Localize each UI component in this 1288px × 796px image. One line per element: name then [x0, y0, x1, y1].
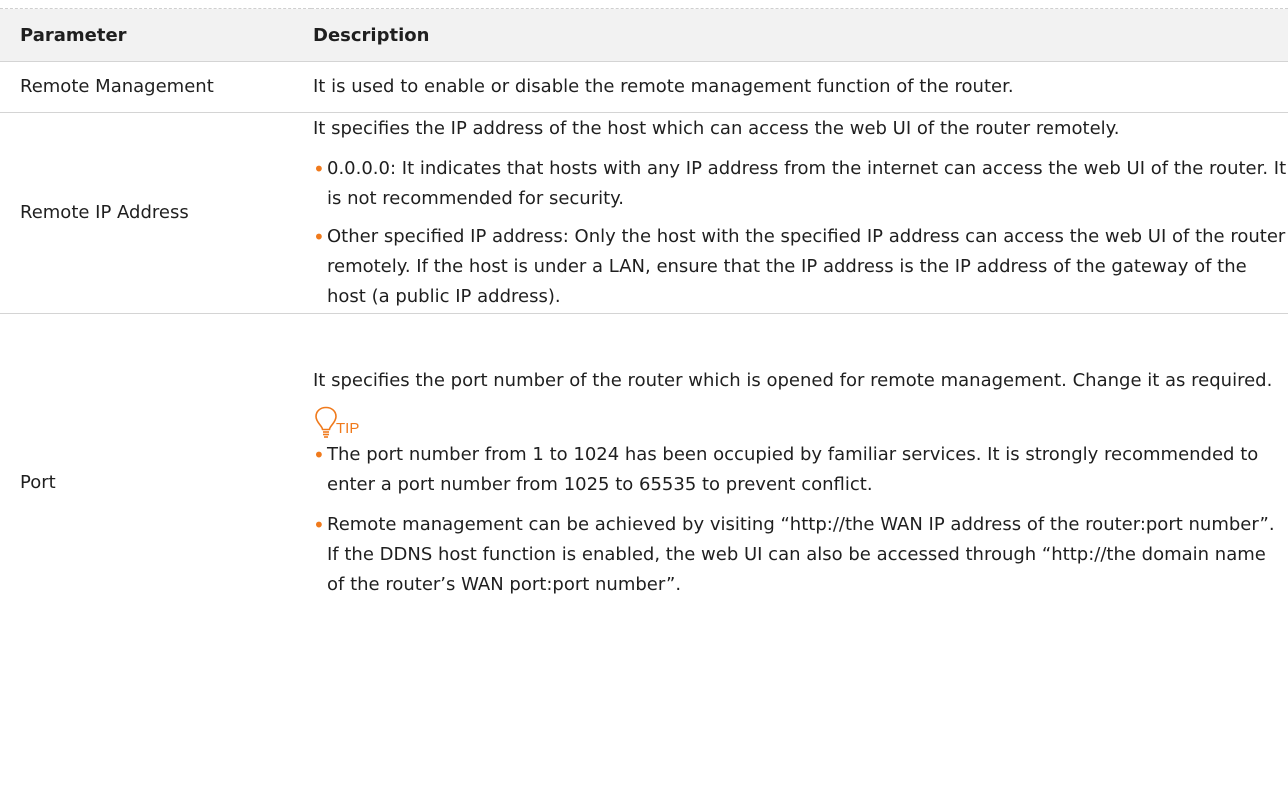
description-intro: It specifies the port number of the rout… — [313, 370, 1273, 391]
description-text: It is used to enable or disable the remo… — [313, 76, 1014, 97]
description-intro: It specifies the IP address of the host … — [313, 118, 1120, 139]
table-row-remote-management: Remote Management It is used to enable o… — [0, 61, 1288, 113]
bullet-item: • Other specified IP address: Only the h… — [313, 222, 1288, 312]
param-description: It is used to enable or disable the remo… — [311, 61, 1288, 113]
parameter-table: Parameter Description Remote Management … — [0, 8, 1288, 652]
bullet-text: Other specified IP address: Only the hos… — [327, 226, 1286, 307]
param-description: It specifies the port number of the rout… — [311, 314, 1288, 653]
table-row-remote-ip-address: Remote IP Address It specifies the IP ad… — [0, 112, 1288, 314]
bullet-text: The port number from 1 to 1024 has been … — [327, 444, 1259, 495]
tip-label: TIP — [336, 420, 360, 437]
bullet-item: • The port number from 1 to 1024 has bee… — [313, 440, 1288, 500]
param-name: Remote Management — [0, 61, 311, 113]
bullet-text: 0.0.0.0: It indicates that hosts with an… — [327, 158, 1287, 209]
param-name: Remote IP Address — [0, 112, 311, 314]
bullet-dot-icon: • — [313, 157, 325, 181]
bullet-item: • Remote management can be achieved by v… — [313, 510, 1288, 600]
table-header-row: Parameter Description — [0, 8, 1288, 62]
bullet-item: • 0.0.0.0: It indicates that hosts with … — [313, 154, 1288, 214]
tip-heading: TIP — [313, 404, 1288, 438]
param-name: Port — [20, 472, 56, 493]
bullet-text: Remote management can be achieved by vis… — [327, 514, 1275, 595]
param-description: It specifies the IP address of the host … — [311, 112, 1288, 314]
header-parameter: Parameter — [0, 8, 311, 62]
table-row-port: Port It specifies the port number of the… — [0, 314, 1288, 653]
bullet-dot-icon: • — [313, 513, 325, 537]
bullet-dot-icon: • — [313, 443, 325, 467]
bullet-dot-icon: • — [313, 225, 325, 249]
header-description: Description — [311, 8, 1288, 62]
